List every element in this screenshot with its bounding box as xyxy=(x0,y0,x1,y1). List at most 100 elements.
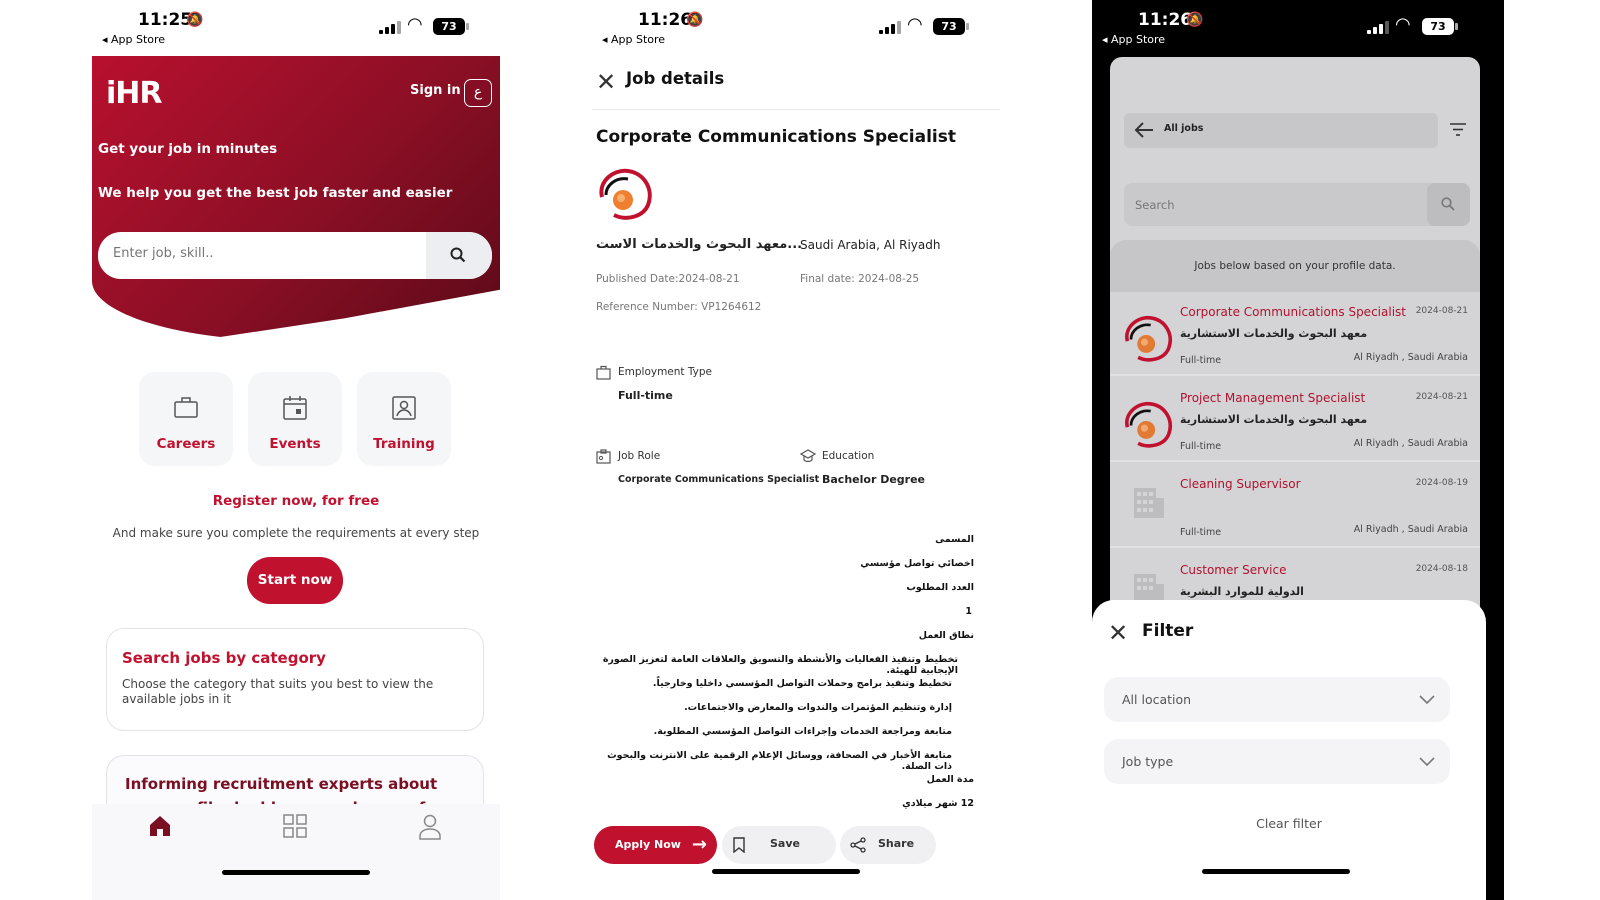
description-line: متابعة الأخبار في الصحافة، ووسائل الإعلا… xyxy=(607,750,952,772)
description-line: مدة العمل xyxy=(926,774,974,785)
close-icon[interactable]: ✕ xyxy=(596,68,616,96)
hero-banner: iHR Sign in ع Get your job in minutes We… xyxy=(92,56,500,341)
back-to-app-store[interactable]: ◂ App Store xyxy=(602,33,665,46)
calendar-icon xyxy=(283,396,307,420)
apply-now-button[interactable]: Apply Now → xyxy=(594,826,717,864)
status-time: 11:26 xyxy=(1138,10,1193,30)
share-button[interactable]: Share xyxy=(840,826,936,864)
description-line: المسمى xyxy=(935,534,974,545)
silent-bell-icon: 🔕 xyxy=(1186,12,1204,28)
silent-bell-icon: 🔕 xyxy=(186,12,204,28)
job-details-screen: 11:26 🔕 ◂ App Store ◠ 73 ✕ Job details C… xyxy=(592,0,1000,900)
events-label: Events xyxy=(269,436,321,452)
job-type: Full-time xyxy=(1180,441,1222,452)
search-button[interactable] xyxy=(1427,183,1470,226)
search-by-category-card[interactable]: Search jobs by category Choose the categ… xyxy=(106,628,484,731)
briefcase-icon xyxy=(596,365,611,380)
location-select[interactable]: All location xyxy=(1104,677,1450,722)
company-logo xyxy=(1125,402,1172,448)
chevron-down-icon xyxy=(1419,757,1435,767)
jobs-search-input[interactable] xyxy=(1135,198,1395,212)
signal-icon xyxy=(1367,20,1389,34)
page-title: Job details xyxy=(626,69,725,88)
grid-icon[interactable] xyxy=(283,814,307,838)
published-date: Published Date:2024-08-21 xyxy=(596,273,740,285)
save-button[interactable]: Save xyxy=(722,826,836,864)
job-company: معهد البحوث والخدمات الاستشارية xyxy=(1180,327,1368,340)
careers-label: Careers xyxy=(156,436,216,452)
register-heading[interactable]: Register now, for free xyxy=(92,493,500,509)
status-bar: 11:26 🔕 ◂ App Store ◠ 73 xyxy=(592,0,1000,52)
status-time: 11:25 xyxy=(138,10,193,30)
topbar-title: All jobs xyxy=(1164,123,1204,134)
company-logo xyxy=(1125,316,1172,362)
job-location: Al Riyadh , Saudi Arabia xyxy=(1353,438,1468,449)
home-indicator xyxy=(712,869,860,874)
header-divider xyxy=(592,109,1000,110)
job-type: Full-time xyxy=(1180,527,1222,538)
arrow-right-icon: → xyxy=(691,834,707,855)
save-label: Save xyxy=(770,837,800,850)
home-screen: 11:25 🔕 ◂ App Store ◠ 73 iHR Sign in ع G… xyxy=(92,0,500,900)
job-type-select[interactable]: Job type xyxy=(1104,739,1450,784)
clear-filter-button[interactable]: Clear filter xyxy=(1092,816,1486,831)
battery-indicator: 73 xyxy=(433,18,469,35)
company-logo xyxy=(599,168,652,220)
job-company: الدولية للموارد البشرية xyxy=(1180,585,1304,598)
sign-in-link[interactable]: Sign in xyxy=(410,83,461,98)
language-toggle-button[interactable]: ع xyxy=(464,79,492,107)
profile-icon[interactable] xyxy=(418,814,442,840)
back-to-app-store[interactable]: ◂ App Store xyxy=(102,33,165,46)
filter-icon[interactable] xyxy=(1450,123,1466,136)
job-title: Corporate Communications Specialist xyxy=(1180,305,1406,319)
training-tile[interactable]: Training xyxy=(357,372,451,466)
description-line: اخصائي تواصل مؤسسي xyxy=(860,558,974,569)
job-list-item[interactable]: Project Management Specialist 2024-08-21… xyxy=(1110,378,1480,462)
home-indicator xyxy=(1202,869,1350,874)
job-date: 2024-08-18 xyxy=(1415,564,1468,574)
bottom-navigation xyxy=(92,804,500,900)
description-line: متابعة ومراجعة الخدمات وإجراءات التواصل … xyxy=(653,726,952,737)
search-icon xyxy=(450,247,466,263)
hero-title: Get your job in minutes xyxy=(98,141,278,157)
job-company: معهد البحوث والخدمات الاستشارية xyxy=(1180,413,1368,426)
share-label: Share xyxy=(878,837,915,850)
job-type: Full-time xyxy=(1180,355,1222,366)
home-indicator xyxy=(222,870,370,875)
wifi-icon: ◠ xyxy=(1395,14,1411,35)
events-tile[interactable]: Events xyxy=(248,372,342,466)
job-location: Al Riyadh , Saudi Arabia xyxy=(1353,524,1468,535)
start-now-button[interactable]: Start now xyxy=(247,557,343,604)
description-line: 12 شهر ميلادي xyxy=(902,798,974,809)
share-icon xyxy=(850,837,866,853)
status-bar: 11:25 🔕 ◂ App Store ◠ 73 xyxy=(92,0,500,52)
reference-number: Reference Number: VP1264612 xyxy=(596,301,762,313)
home-icon[interactable] xyxy=(148,814,172,838)
job-title: Project Management Specialist xyxy=(1180,391,1366,405)
search-button[interactable] xyxy=(426,232,492,279)
graduation-cap-icon xyxy=(800,449,816,463)
job-list-item[interactable]: Corporate Communications Specialist 2024… xyxy=(1110,292,1480,376)
signal-icon xyxy=(379,20,401,34)
back-to-app-store[interactable]: ◂ App Store xyxy=(1102,33,1165,46)
education-value: Bachelor Degree xyxy=(822,473,926,486)
close-icon[interactable]: ✕ xyxy=(1108,619,1128,647)
status-bar: 11:26 🔕 ◂ App Store ◠ 73 xyxy=(1092,0,1504,52)
careers-tile[interactable]: Careers xyxy=(139,372,233,466)
battery-indicator: 73 xyxy=(933,18,969,35)
company-name[interactable]: معهد البحوث والخدمات الاست... xyxy=(596,237,802,252)
briefcase-icon xyxy=(174,397,198,418)
signal-icon xyxy=(879,20,901,34)
ihr-logo: iHR xyxy=(106,76,162,111)
category-card-title: Search jobs by category xyxy=(122,649,326,667)
apply-now-label: Apply Now xyxy=(615,838,681,851)
register-subtext: And make sure you complete the requireme… xyxy=(112,526,480,540)
jobs-search-box xyxy=(1124,183,1470,226)
job-search-input[interactable] xyxy=(113,246,413,261)
job-list-item[interactable]: Cleaning Supervisor 2024-08-19 Full-time… xyxy=(1110,464,1480,548)
description-line: إدارة وتنظيم المؤتمرات والندوات والمعارض… xyxy=(684,702,952,713)
job-title: Corporate Communications Specialist xyxy=(596,127,956,147)
job-role-value: Corporate Communications Specialist xyxy=(618,474,820,485)
arrow-left-icon[interactable] xyxy=(1132,118,1156,142)
training-label: Training xyxy=(373,436,435,452)
